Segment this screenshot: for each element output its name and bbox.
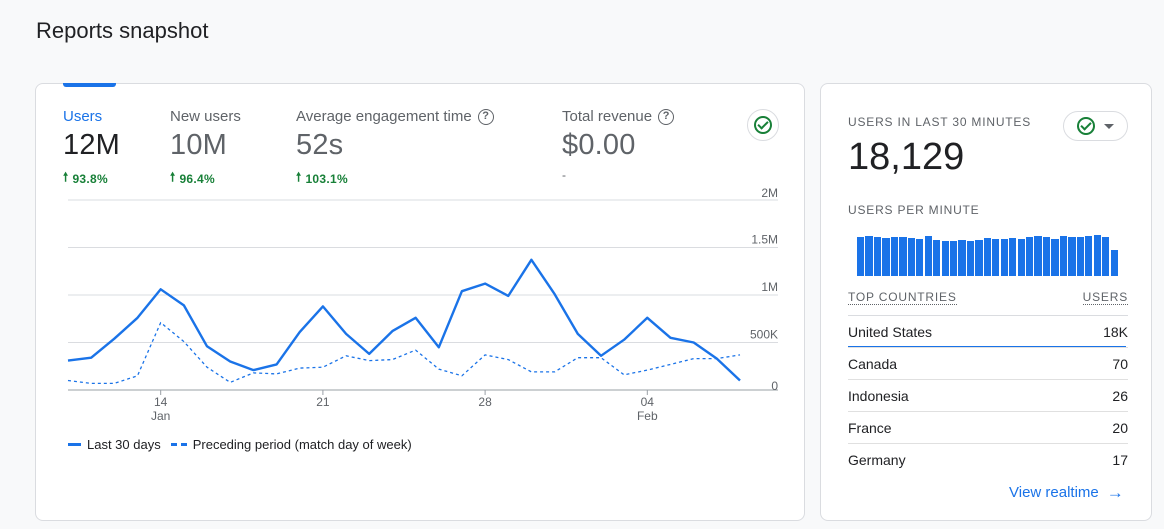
country-users: 20 bbox=[1112, 419, 1128, 436]
country-row[interactable]: Indonesia 26 bbox=[848, 379, 1128, 411]
users-per-minute-bar bbox=[1110, 249, 1118, 276]
users-per-minute-label: USERS PER MINUTE bbox=[848, 203, 980, 217]
country-row[interactable]: Germany 17 bbox=[848, 443, 1128, 475]
users-per-minute-bar bbox=[1026, 237, 1034, 276]
users-per-minute-bar bbox=[1009, 238, 1017, 276]
arrow-right-icon: → bbox=[1106, 483, 1124, 502]
users-per-minute-bar bbox=[857, 237, 865, 276]
users-per-minute-bar bbox=[992, 239, 1000, 276]
users-per-minute-bar bbox=[1093, 235, 1101, 276]
solid-line-icon bbox=[68, 443, 81, 446]
users-per-minute-bar bbox=[1042, 236, 1051, 276]
y-tick-label: 1.5M bbox=[751, 233, 778, 247]
users-per-minute-bar bbox=[983, 238, 992, 276]
users-per-minute-bar bbox=[1059, 236, 1068, 276]
users-per-minute-bar bbox=[882, 238, 890, 276]
country-name: United States bbox=[848, 323, 933, 340]
users-per-minute-bar bbox=[924, 236, 932, 276]
y-tick-label: 1M bbox=[761, 280, 778, 294]
users-header[interactable]: USERS bbox=[1082, 290, 1128, 305]
users-per-minute-bar bbox=[941, 241, 949, 276]
legend-item-last-30-days: Last 30 days bbox=[68, 437, 161, 452]
top-countries-table: TOP COUNTRIES USERS United States 18K Cana… bbox=[848, 290, 1128, 475]
users-per-minute-bar bbox=[949, 241, 958, 276]
users-per-minute-bar bbox=[890, 236, 899, 276]
users-per-minute-bar bbox=[1068, 237, 1076, 276]
users-per-minute-bar bbox=[933, 239, 941, 276]
country-users: 70 bbox=[1112, 355, 1128, 372]
users-per-minute-bar bbox=[1051, 239, 1059, 276]
users-per-minute-bar bbox=[865, 236, 873, 276]
y-tick-label: 2M bbox=[761, 186, 778, 200]
country-name: Canada bbox=[848, 355, 898, 372]
x-tick-label: 21 bbox=[316, 395, 330, 409]
users-last-30-minutes-value: 18,129 bbox=[848, 136, 965, 178]
page-title: Reports snapshot bbox=[36, 18, 209, 43]
x-tick-month-label: Feb bbox=[637, 409, 658, 423]
series-line-preceding-period bbox=[67, 321, 741, 385]
users-per-minute-bar bbox=[975, 239, 983, 276]
users-per-minute-chart bbox=[857, 234, 1119, 276]
x-tick-label: 14 bbox=[154, 395, 168, 409]
realtime-options-dropdown[interactable] bbox=[1063, 111, 1128, 141]
check-circle-icon bbox=[1077, 117, 1095, 135]
users-per-minute-bar bbox=[916, 239, 924, 276]
country-row[interactable]: United States 18K bbox=[848, 315, 1128, 348]
users-per-minute-bar bbox=[1000, 239, 1008, 276]
users-per-minute-bar bbox=[1034, 236, 1042, 276]
country-users: 17 bbox=[1112, 451, 1128, 468]
users-per-minute-bar bbox=[899, 237, 907, 276]
users-last-30-minutes-label: USERS IN LAST 30 MINUTES bbox=[848, 115, 1032, 129]
users-per-minute-bar bbox=[1085, 236, 1093, 276]
users-per-minute-bar bbox=[966, 241, 975, 276]
chart-legend: Last 30 days Preceding period (match day… bbox=[68, 437, 412, 452]
dashed-line-icon bbox=[170, 443, 187, 446]
country-name: Germany bbox=[848, 451, 906, 468]
country-name: France bbox=[848, 419, 892, 436]
y-tick-label: 500K bbox=[750, 328, 778, 342]
users-per-minute-bar bbox=[907, 238, 915, 276]
users-per-minute-bar bbox=[1017, 239, 1025, 276]
view-realtime-link[interactable]: View realtime → bbox=[1009, 484, 1124, 501]
country-row[interactable]: Canada 70 bbox=[848, 347, 1128, 379]
x-tick-month-label: Jan bbox=[151, 409, 170, 423]
top-countries-header[interactable]: TOP COUNTRIES bbox=[848, 290, 957, 305]
table-header: TOP COUNTRIES USERS bbox=[848, 290, 1128, 307]
users-line-chart: 2M 1.5M 1M 500K 0 14Jan 21 28 04Feb bbox=[67, 186, 778, 423]
users-per-minute-bar bbox=[958, 239, 966, 276]
country-users: 18K bbox=[1103, 323, 1128, 340]
x-tick-label: 04 bbox=[641, 395, 655, 409]
country-name: Indonesia bbox=[848, 387, 909, 404]
country-users: 26 bbox=[1112, 387, 1128, 404]
users-per-minute-bar bbox=[1102, 236, 1110, 276]
realtime-card: USERS IN LAST 30 MINUTES 18,129 USERS PE… bbox=[820, 83, 1152, 521]
series-line-last-30-days bbox=[67, 258, 741, 382]
overview-card: Users 12M 🠕 93.8% New users 10M 🠕 96.4% Av… bbox=[35, 83, 805, 521]
country-row[interactable]: France 20 bbox=[848, 411, 1128, 443]
x-tick-label: 28 bbox=[478, 395, 492, 409]
legend-item-preceding-period: Preceding period (match day of week) bbox=[170, 437, 412, 452]
users-per-minute-bar bbox=[1076, 236, 1084, 276]
users-per-minute-bar bbox=[873, 236, 882, 276]
chevron-down-icon bbox=[1104, 123, 1114, 129]
y-tick-label: 0 bbox=[771, 379, 778, 393]
